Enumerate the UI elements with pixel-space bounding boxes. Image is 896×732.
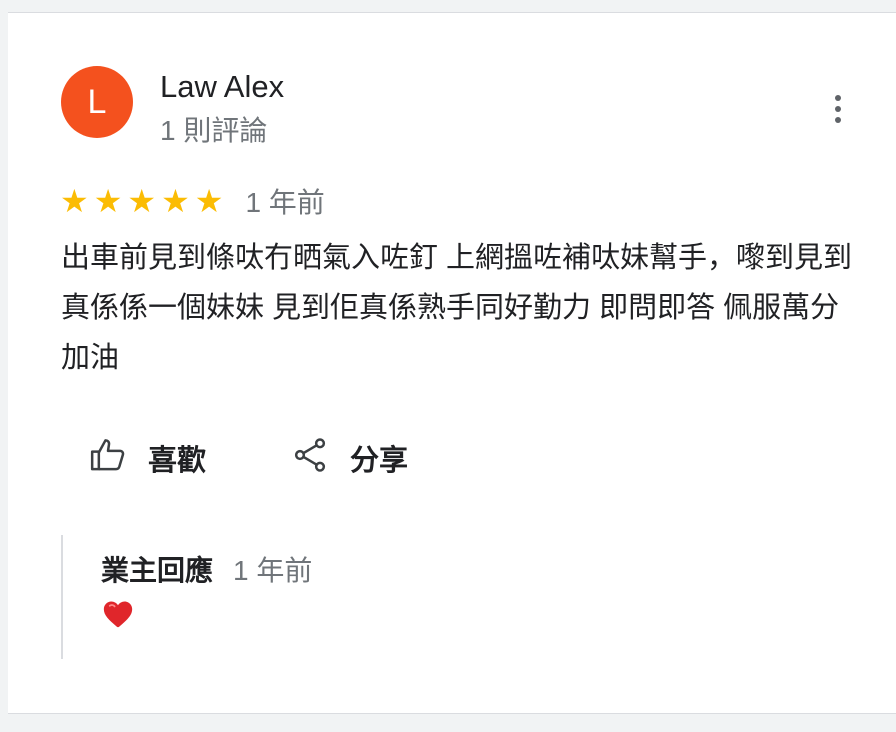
- reply-time: 1 年前: [233, 555, 313, 586]
- reply-body: [101, 597, 312, 633]
- star-icon: ★: [93, 183, 123, 219]
- avatar[interactable]: L: [61, 66, 133, 138]
- star-icon: ★: [161, 183, 190, 219]
- thumb-up-icon: [88, 435, 128, 480]
- reply-header: 業主回應 1 年前: [101, 549, 312, 589]
- star-icon: ★: [127, 183, 157, 219]
- star-icon: ★: [60, 183, 89, 219]
- rating-row: ★ ★ ★ ★ ★ 1 年前: [60, 181, 325, 221]
- like-button[interactable]: 喜歡: [88, 435, 206, 480]
- review-card: L Law Alex 1 則評論 ★ ★ ★ ★ ★ 1 年前 出車前見到條呔冇…: [8, 12, 896, 714]
- more-vert-icon: [835, 95, 841, 101]
- more-vert-icon-dot: [835, 117, 841, 123]
- star-rating: ★ ★ ★ ★ ★: [60, 185, 223, 217]
- more-options-button[interactable]: [818, 87, 858, 131]
- owner-reply: 業主回應 1 年前: [61, 535, 312, 659]
- share-label: 分享: [350, 444, 409, 477]
- review-time: 1 年前: [245, 187, 325, 218]
- share-icon: [290, 435, 330, 480]
- reply-author: 業主回應: [101, 555, 214, 586]
- star-icon: ★: [194, 183, 224, 219]
- share-button[interactable]: 分享: [290, 435, 408, 480]
- review-actions: 喜歡 分享: [88, 435, 408, 480]
- review-text: 出車前見到條呔冇晒氣入咗釘 上網搵咗補呔妹幫手，嚟到見到真係係一個妹妹 見到佢真…: [61, 242, 853, 374]
- review-count[interactable]: 1 則評論: [160, 109, 267, 149]
- red-heart-icon: [101, 601, 135, 635]
- more-vert-icon-dot: [835, 106, 841, 112]
- reviewer-name[interactable]: Law Alex: [160, 69, 284, 105]
- like-label: 喜歡: [148, 444, 207, 477]
